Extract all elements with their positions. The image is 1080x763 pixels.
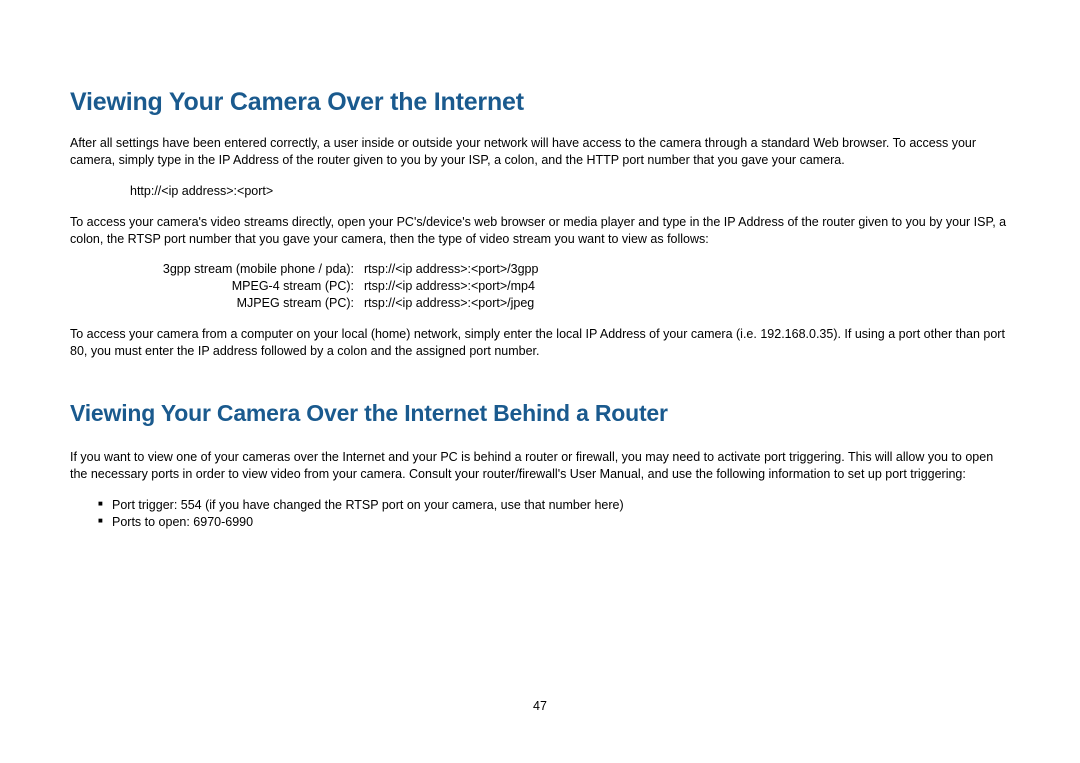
stream-table: 3gpp stream (mobile phone / pda): rtsp:/… — [94, 261, 538, 312]
table-row: MJPEG stream (PC): rtsp://<ip address>:<… — [94, 295, 538, 312]
stream-value: rtsp://<ip address>:<port>/mp4 — [364, 278, 538, 295]
stream-value: rtsp://<ip address>:<port>/jpeg — [364, 295, 538, 312]
page-number: 47 — [0, 699, 1080, 713]
bullet-list: Port trigger: 554 (if you have changed t… — [98, 497, 1010, 532]
example-url: http://<ip address>:<port> — [130, 183, 1010, 200]
section1-para3: To access your camera from a computer on… — [70, 326, 1010, 360]
section1-heading: Viewing Your Camera Over the Internet — [70, 88, 1010, 117]
section1-para2: To access your camera's video streams di… — [70, 214, 1010, 248]
stream-label: MJPEG stream (PC): — [94, 295, 364, 312]
list-item: Port trigger: 554 (if you have changed t… — [98, 497, 1010, 515]
table-row: 3gpp stream (mobile phone / pda): rtsp:/… — [94, 261, 538, 278]
section1-para1: After all settings have been entered cor… — [70, 135, 1010, 169]
list-item: Ports to open: 6970-6990 — [98, 514, 1010, 532]
stream-value: rtsp://<ip address>:<port>/3gpp — [364, 261, 538, 278]
section2-heading: Viewing Your Camera Over the Internet Be… — [70, 400, 1010, 427]
stream-label: 3gpp stream (mobile phone / pda): — [94, 261, 364, 278]
example-url-block: http://<ip address>:<port> — [130, 183, 1010, 200]
section2-para1: If you want to view one of your cameras … — [70, 449, 1010, 483]
table-row: MPEG-4 stream (PC): rtsp://<ip address>:… — [94, 278, 538, 295]
stream-label: MPEG-4 stream (PC): — [94, 278, 364, 295]
